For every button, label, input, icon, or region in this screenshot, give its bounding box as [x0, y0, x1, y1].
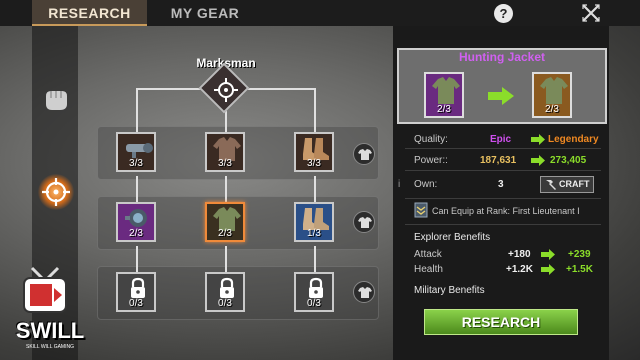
- node-level: 3/3: [218, 158, 232, 169]
- tree-node-scope-r1[interactable]: 3/3: [116, 132, 156, 172]
- info-icon[interactable]: i: [398, 179, 400, 190]
- tree-connector: [136, 88, 138, 132]
- benefit-attack-from: +180: [508, 249, 531, 260]
- tree-connector: [136, 176, 138, 202]
- close-button[interactable]: [580, 2, 602, 24]
- crosshair-icon: [214, 78, 238, 102]
- research-button[interactable]: RESEARCH: [424, 309, 578, 335]
- node-level: 3/3: [307, 158, 321, 169]
- benefit-health-to: +1.5K: [566, 264, 593, 275]
- item-upgraded-level: 2/3: [545, 104, 559, 115]
- watermark-text: SWILL: [15, 318, 85, 343]
- jacket-icon: [432, 77, 460, 104]
- craft-button[interactable]: CRAFT: [540, 176, 594, 193]
- power-to: 273,405: [550, 155, 587, 166]
- tree-node-scope-r3-locked[interactable]: 0/3: [116, 272, 156, 312]
- channel-logo: SWILL SKILL WILL GAMING: [6, 262, 94, 356]
- benefit-attack-to: +239: [568, 249, 591, 260]
- tree-connector: [136, 246, 138, 272]
- arrow-right-icon: [531, 134, 545, 145]
- row-3-gear-button[interactable]: [353, 281, 375, 303]
- row-1-gear-button[interactable]: [353, 143, 375, 165]
- close-icon: [582, 4, 600, 22]
- power-from: 187,631: [480, 155, 517, 166]
- tree-connector: [225, 246, 227, 272]
- arrow-right-icon: [541, 249, 555, 260]
- divider: [405, 170, 601, 171]
- military-benefits-title: Military Benefits: [414, 285, 485, 296]
- own-label: Own:: [414, 179, 438, 190]
- node-level: 0/3: [307, 298, 321, 309]
- divider: [405, 198, 601, 199]
- rank-requirement: Can Equip at Rank: First Lieutenant I: [432, 206, 580, 216]
- item-upgraded: 2/3: [532, 72, 572, 118]
- power-label: Power::: [414, 155, 448, 166]
- benefit-health-from: +1.2K: [506, 264, 533, 275]
- tree-connector: [225, 176, 227, 202]
- node-level: 1/3: [307, 228, 321, 239]
- shirt-icon: [358, 217, 372, 228]
- tree-node-jacket-r1[interactable]: 3/3: [205, 132, 245, 172]
- benefit-health-label: Health: [414, 264, 443, 275]
- node-level: 3/3: [129, 158, 143, 169]
- quality-to: Legendary: [548, 134, 599, 145]
- quality-label: Quality:: [414, 134, 448, 145]
- row-2-gear-button[interactable]: [353, 211, 375, 233]
- shirt-icon: [358, 287, 372, 298]
- help-button[interactable]: ?: [494, 4, 513, 23]
- benefit-attack-label: Attack: [414, 249, 442, 260]
- hammer-icon: [546, 180, 556, 190]
- item-current: 2/3: [424, 72, 464, 118]
- rank-icon: [414, 202, 428, 218]
- tree-node-scope-r2[interactable]: 2/3: [116, 202, 156, 242]
- tree-node-boots-r3-locked[interactable]: 0/3: [294, 272, 334, 312]
- item-current-level: 2/3: [437, 104, 451, 115]
- node-level: 2/3: [129, 228, 143, 239]
- divider: [405, 224, 601, 225]
- craft-label: CRAFT: [559, 179, 590, 189]
- divider: [405, 148, 601, 149]
- upgrade-arrow-icon: [488, 87, 514, 105]
- tree-node-jacket-r3-locked[interactable]: 0/3: [205, 272, 245, 312]
- tree-node-jacket-r2-selected[interactable]: 2/3: [205, 202, 245, 242]
- tree-node-boots-r1[interactable]: 3/3: [294, 132, 334, 172]
- tree-connector: [314, 88, 316, 132]
- shirt-icon: [358, 149, 372, 160]
- node-level: 2/3: [218, 228, 232, 239]
- tree-connector: [314, 246, 316, 272]
- explorer-benefits-title: Explorer Benefits: [414, 232, 491, 243]
- quality-from: Epic: [490, 134, 512, 145]
- watermark-subtext: SKILL WILL GAMING: [26, 344, 74, 350]
- jacket-icon: [540, 77, 568, 104]
- node-level: 0/3: [129, 298, 143, 309]
- arrow-right-icon: [531, 155, 545, 166]
- tree-node-boots-r2[interactable]: 1/3: [294, 202, 334, 242]
- item-title: Hunting Jacket: [458, 50, 545, 64]
- own-value: 3: [498, 179, 504, 190]
- tree-connector: [314, 176, 316, 202]
- node-level: 0/3: [218, 298, 232, 309]
- arrow-right-icon: [541, 264, 555, 275]
